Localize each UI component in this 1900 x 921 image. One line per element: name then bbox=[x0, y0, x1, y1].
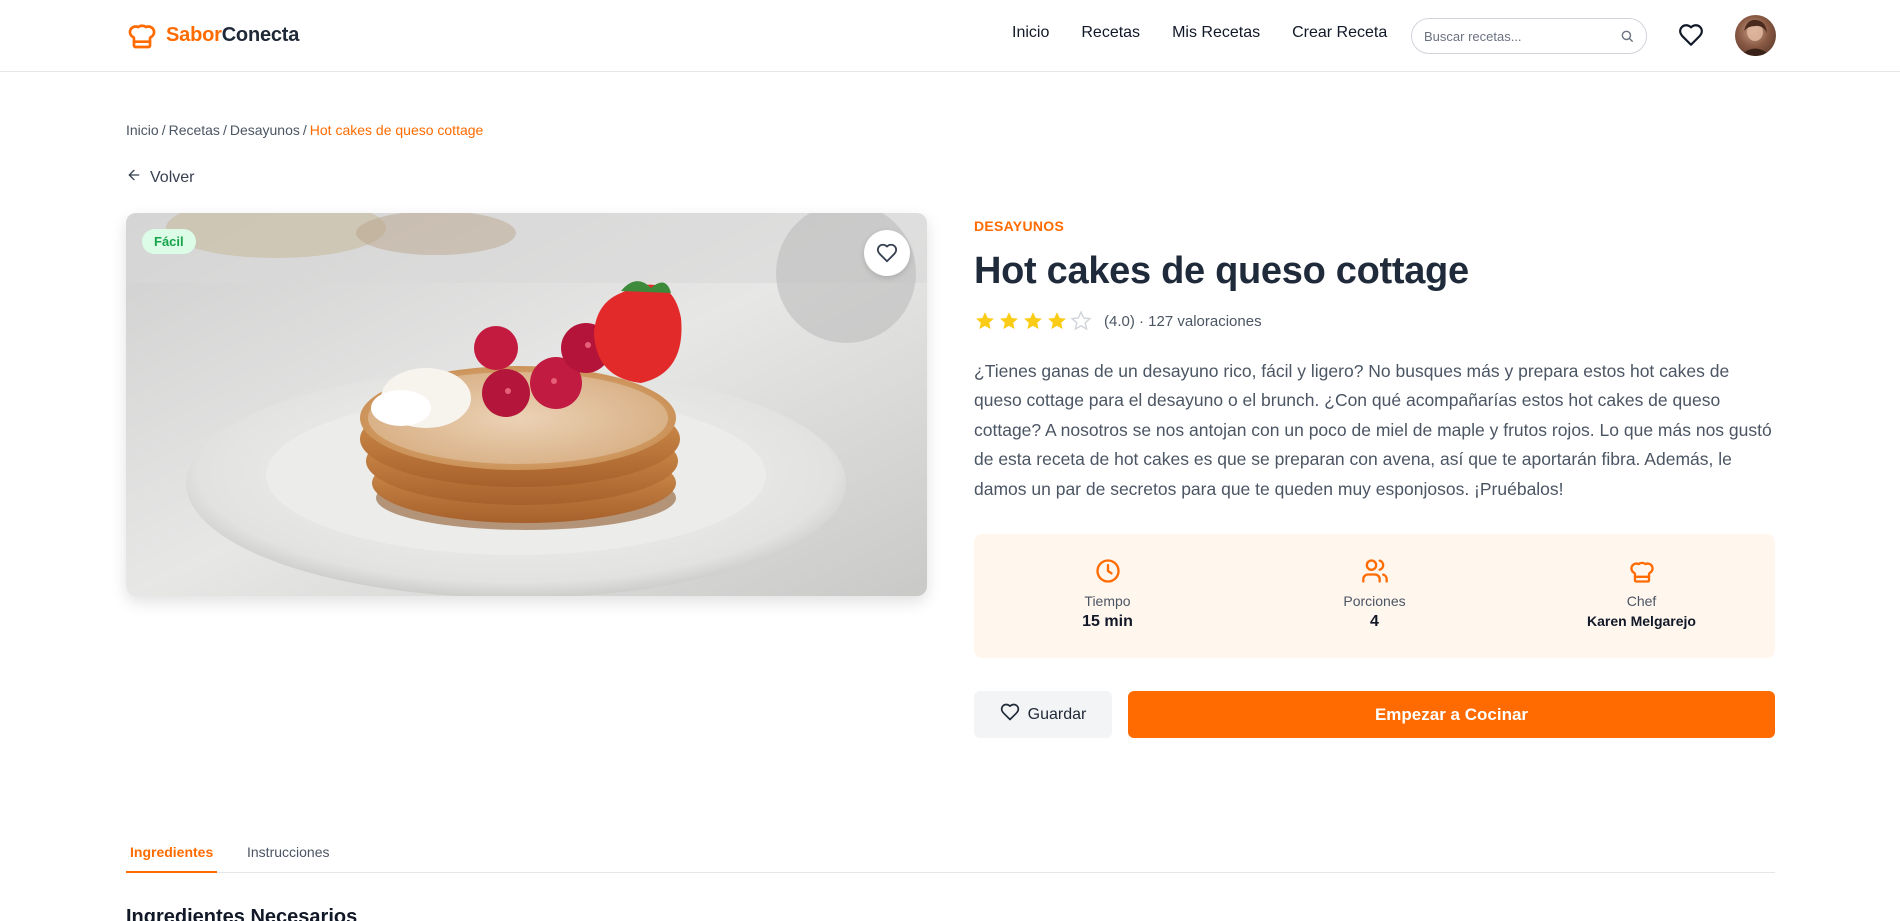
search-input[interactable] bbox=[1424, 28, 1620, 44]
brand-name-part2: Conecta bbox=[221, 23, 300, 46]
recipe-category[interactable]: DESAYUNOS bbox=[974, 218, 1064, 234]
heart-icon bbox=[876, 242, 898, 264]
stat-time: Tiempo 15 min bbox=[974, 534, 1241, 658]
save-button[interactable]: Guardar bbox=[974, 691, 1112, 738]
recipe-description: ¿Tienes ganas de un desayuno rico, fácil… bbox=[974, 361, 1772, 499]
arrow-left-icon bbox=[126, 167, 142, 188]
star-icon bbox=[974, 310, 996, 332]
users-icon bbox=[1361, 557, 1389, 585]
top-header: SaborConecta Inicio Recetas Mis Recetas … bbox=[0, 0, 1900, 72]
heart-icon bbox=[1000, 702, 1020, 727]
breadcrumb-inicio[interactable]: Inicio bbox=[126, 122, 159, 138]
main-nav: Inicio Recetas Mis Recetas Crear Receta bbox=[1012, 24, 1387, 42]
back-button[interactable]: Volver bbox=[126, 167, 194, 188]
start-cooking-button[interactable]: Empezar a Cocinar bbox=[1128, 691, 1775, 738]
star-icon bbox=[1022, 310, 1044, 332]
nav-crear-receta[interactable]: Crear Receta bbox=[1292, 24, 1387, 42]
chef-hat-icon bbox=[1628, 557, 1656, 585]
brand-name: SaborConecta bbox=[166, 24, 299, 47]
stat-time-value: 15 min bbox=[1082, 613, 1133, 630]
recipe-tabs: Ingredientes Instrucciones bbox=[125, 832, 1775, 873]
rating-text: (4.0) · 127 valoraciones bbox=[1104, 312, 1262, 330]
recipe-stats: Tiempo 15 min Porciones 4 Chef Karen Mel… bbox=[974, 534, 1775, 658]
stat-servings-label: Porciones bbox=[1343, 593, 1406, 609]
clock-icon bbox=[1094, 557, 1122, 585]
recipe-rating: (4.0) · 127 valoraciones bbox=[974, 310, 1262, 332]
breadcrumb-separator: / bbox=[222, 122, 227, 138]
breadcrumb: Inicio / Recetas / Desayunos / Hot cakes de qu… bbox=[126, 122, 483, 138]
star-icon bbox=[1046, 310, 1068, 332]
stat-chef-value[interactable]: Karen Melgarejo bbox=[1587, 613, 1696, 629]
recipe-image: Fácil bbox=[126, 213, 927, 596]
section-title: Ingredientes Necesarios bbox=[126, 906, 358, 921]
chef-hat-icon bbox=[126, 19, 158, 51]
breadcrumb-current: Hot cakes de queso cottage bbox=[309, 122, 484, 138]
search-icon[interactable] bbox=[1620, 29, 1634, 43]
breadcrumb-separator: / bbox=[302, 122, 307, 138]
star-outline-icon bbox=[1070, 310, 1092, 332]
nav-recetas[interactable]: Recetas bbox=[1081, 24, 1140, 42]
stat-servings: Porciones 4 bbox=[1241, 534, 1508, 658]
favorites-heart-icon[interactable] bbox=[1678, 22, 1704, 48]
brand-name-part1: Sabor bbox=[166, 23, 222, 46]
stat-time-label: Tiempo bbox=[1084, 593, 1131, 609]
difficulty-badge: Fácil bbox=[142, 229, 196, 254]
stat-chef-label: Chef bbox=[1626, 593, 1657, 609]
breadcrumb-recetas[interactable]: Recetas bbox=[169, 122, 220, 138]
nav-inicio[interactable]: Inicio bbox=[1012, 24, 1049, 42]
pancakes-photo bbox=[126, 213, 927, 596]
favorite-button[interactable] bbox=[864, 230, 910, 276]
stat-chef: Chef Karen Melgarejo bbox=[1508, 534, 1775, 658]
save-button-label: Guardar bbox=[1027, 705, 1087, 723]
star-icon bbox=[998, 310, 1020, 332]
brand-logo[interactable]: SaborConecta bbox=[126, 19, 299, 51]
back-label: Volver bbox=[150, 168, 195, 186]
tab-instructions[interactable]: Instrucciones bbox=[247, 844, 329, 860]
recipe-title: Hot cakes de queso cottage bbox=[974, 250, 1469, 292]
search-box bbox=[1411, 18, 1647, 54]
stat-servings-value: 4 bbox=[1370, 613, 1379, 630]
breadcrumb-desayunos[interactable]: Desayunos bbox=[230, 122, 300, 138]
user-avatar[interactable] bbox=[1735, 15, 1776, 56]
tab-ingredients[interactable]: Ingredientes bbox=[125, 844, 218, 873]
breadcrumb-separator: / bbox=[161, 122, 166, 138]
nav-mis-recetas[interactable]: Mis Recetas bbox=[1172, 24, 1260, 42]
